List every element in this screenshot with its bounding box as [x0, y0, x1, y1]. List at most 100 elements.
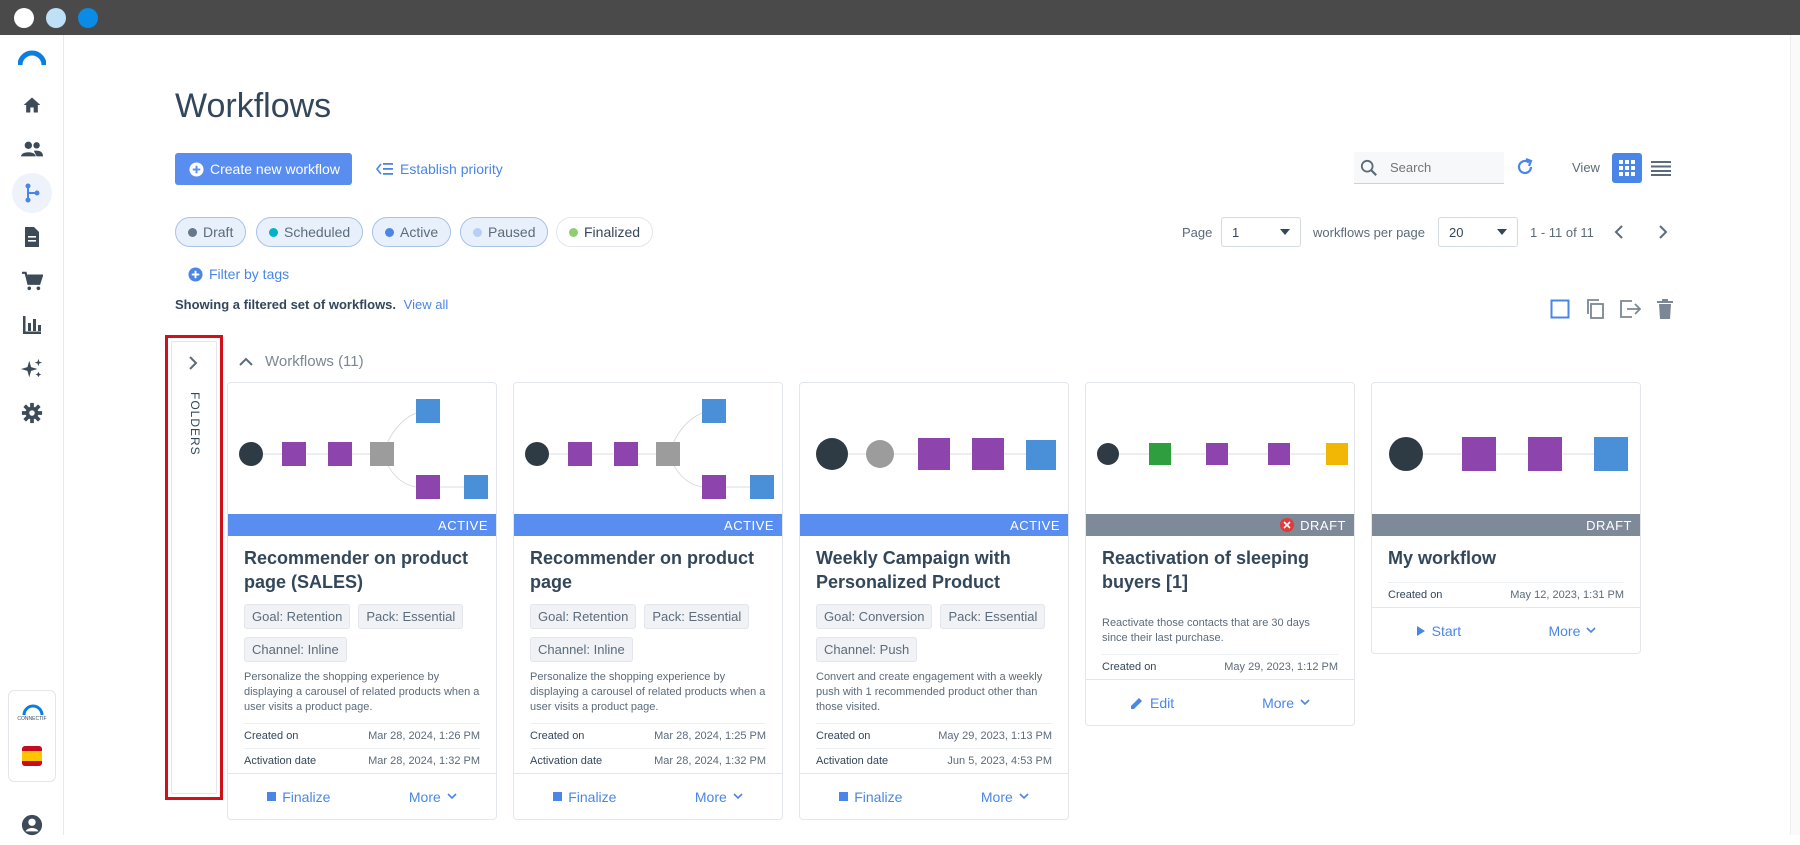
workflow-card[interactable]: ACTIVE Weekly Campaign with Personalized…: [799, 382, 1069, 820]
created-on-row: Created on Mar 28, 2024, 1:26 PM: [244, 723, 480, 748]
view-all-link[interactable]: View all: [404, 297, 449, 312]
page-scrollbar[interactable]: [1790, 35, 1800, 835]
window-maximize-dot[interactable]: [78, 8, 98, 28]
created-on-value: May 12, 2023, 1:31 PM: [1510, 589, 1624, 601]
move-to-folder-icon[interactable]: [1618, 297, 1642, 321]
activation-date-row: Activation date Mar 28, 2024, 1:32 PM: [244, 748, 480, 773]
filter-by-tags-label: Filter by tags: [209, 266, 290, 282]
chevron-down-icon: [1300, 699, 1310, 706]
status-badge-label: DRAFT: [1586, 517, 1632, 533]
logo-icon[interactable]: [17, 49, 47, 67]
filter-chip-active[interactable]: Active: [372, 217, 452, 247]
draft-status-dot: [188, 227, 197, 237]
account-switcher[interactable]: CONNECTIF: [8, 690, 56, 782]
workflow-card[interactable]: DRAFT My workflow Created on May 12, 2023…: [1371, 382, 1641, 654]
list-view-button[interactable]: [1646, 153, 1676, 183]
list-icon: [1651, 161, 1671, 176]
cart-icon[interactable]: [12, 261, 52, 301]
establish-priority-button[interactable]: Establish priority: [376, 161, 503, 177]
trash-icon[interactable]: [1653, 297, 1677, 321]
finalize-label: Finalize: [854, 788, 903, 805]
page-select[interactable]: 1: [1221, 217, 1301, 247]
status-badge-label: ACTIVE: [724, 517, 774, 533]
workflow-title[interactable]: Reactivation of sleeping buyers [1]: [1102, 546, 1338, 594]
workflow-preview: [1372, 383, 1640, 514]
more-button[interactable]: More: [1262, 695, 1310, 711]
filter-chip-scheduled[interactable]: Scheduled: [256, 217, 364, 247]
workflow-card[interactable]: ACTIVE Recommender on product page Goal:…: [513, 382, 783, 820]
play-icon: [1416, 625, 1425, 636]
created-on-label: Created on: [1388, 589, 1443, 601]
scheduled-status-dot: [269, 227, 278, 237]
activation-date-value: Jun 5, 2023, 4:53 PM: [947, 755, 1052, 767]
edit-button[interactable]: Edit: [1130, 695, 1174, 711]
next-page-icon[interactable]: [1658, 225, 1668, 244]
active-status-dot: [385, 227, 394, 237]
page-select-value: 1: [1232, 224, 1240, 240]
folders-panel[interactable]: FOLDERS: [171, 341, 217, 794]
home-icon[interactable]: [12, 85, 52, 125]
search-box[interactable]: [1354, 152, 1504, 184]
finalize-button[interactable]: Finalize: [553, 789, 616, 805]
grid-view-button[interactable]: [1612, 153, 1642, 183]
brand-small-text: CONNECTIF: [17, 716, 47, 722]
status-badge: ACTIVE: [514, 514, 782, 536]
window-minimize-dot[interactable]: [46, 8, 66, 28]
workflow-title[interactable]: Recommender on product page: [530, 546, 766, 594]
workflow-icon[interactable]: [12, 173, 52, 213]
finalize-button[interactable]: Finalize: [267, 789, 330, 805]
more-button[interactable]: More: [981, 789, 1029, 805]
created-on-label: Created on: [816, 730, 871, 742]
filtered-notice: Showing a filtered set of workflows. Vie…: [175, 297, 448, 312]
filter-by-tags-button[interactable]: Filter by tags: [188, 266, 289, 282]
status-badge: DRAFT: [1372, 514, 1640, 536]
create-workflow-button[interactable]: Create new workflow: [175, 153, 352, 185]
workflow-description: Personalize the shopping experience by d…: [244, 671, 480, 713]
created-on-value: May 29, 2023, 1:13 PM: [938, 730, 1052, 742]
tag: Channel: Inline: [244, 637, 347, 662]
refresh-icon[interactable]: [1515, 157, 1535, 182]
more-button[interactable]: More: [695, 789, 743, 805]
filter-chip-paused[interactable]: Paused: [460, 217, 549, 247]
finalize-button[interactable]: Finalize: [839, 789, 902, 805]
chevron-down-icon: [1497, 229, 1507, 235]
chart-icon[interactable]: [12, 305, 52, 345]
folders-label: FOLDERS: [188, 392, 202, 456]
more-button[interactable]: More: [409, 789, 457, 805]
tag: Goal: Retention: [530, 604, 637, 629]
created-on-label: Created on: [530, 730, 585, 742]
chevron-right-icon[interactable]: [188, 356, 198, 375]
per-page-select[interactable]: 20: [1438, 217, 1518, 247]
spain-flag-icon[interactable]: [22, 746, 42, 766]
activation-date-label: Activation date: [244, 755, 317, 767]
sparkle-icon[interactable]: [12, 349, 52, 389]
priority-list-icon: [376, 163, 393, 175]
chip-label: Scheduled: [284, 224, 351, 240]
filter-chip-finalized[interactable]: Finalized: [556, 217, 654, 247]
start-button[interactable]: Start: [1416, 623, 1461, 639]
user-profile-icon[interactable]: [12, 805, 52, 845]
filter-chip-draft[interactable]: Draft: [175, 217, 247, 247]
contacts-icon[interactable]: [12, 129, 52, 169]
workflow-preview: [1086, 383, 1354, 514]
workflow-group-header[interactable]: Workflows (11): [239, 353, 364, 370]
workflow-card[interactable]: ACTIVE Recommender on product page (SALE…: [227, 382, 497, 820]
more-button[interactable]: More: [1548, 623, 1596, 639]
pencil-icon: [1130, 697, 1142, 709]
search-input[interactable]: [1390, 160, 1490, 175]
establish-priority-label: Establish priority: [400, 161, 503, 177]
activation-date-value: Mar 28, 2024, 1:32 PM: [654, 755, 766, 767]
workflow-description: Convert and create engagement with a wee…: [816, 671, 1043, 713]
prev-page-icon[interactable]: [1614, 225, 1624, 244]
workflow-preview: [228, 383, 496, 514]
document-icon[interactable]: [12, 217, 52, 257]
status-badge-label: ACTIVE: [1010, 517, 1060, 533]
workflow-title[interactable]: Weekly Campaign with Personalized Produc…: [816, 546, 1052, 594]
gear-icon[interactable]: [12, 393, 52, 433]
select-all-checkbox[interactable]: [1548, 297, 1572, 321]
window-close-dot[interactable]: [14, 8, 34, 28]
workflow-title[interactable]: Recommender on product page (SALES): [244, 546, 480, 594]
workflow-title[interactable]: My workflow: [1388, 546, 1624, 570]
workflow-card[interactable]: DRAFT Reactivation of sleeping buyers [1…: [1085, 382, 1355, 726]
copy-icon[interactable]: [1583, 297, 1607, 321]
